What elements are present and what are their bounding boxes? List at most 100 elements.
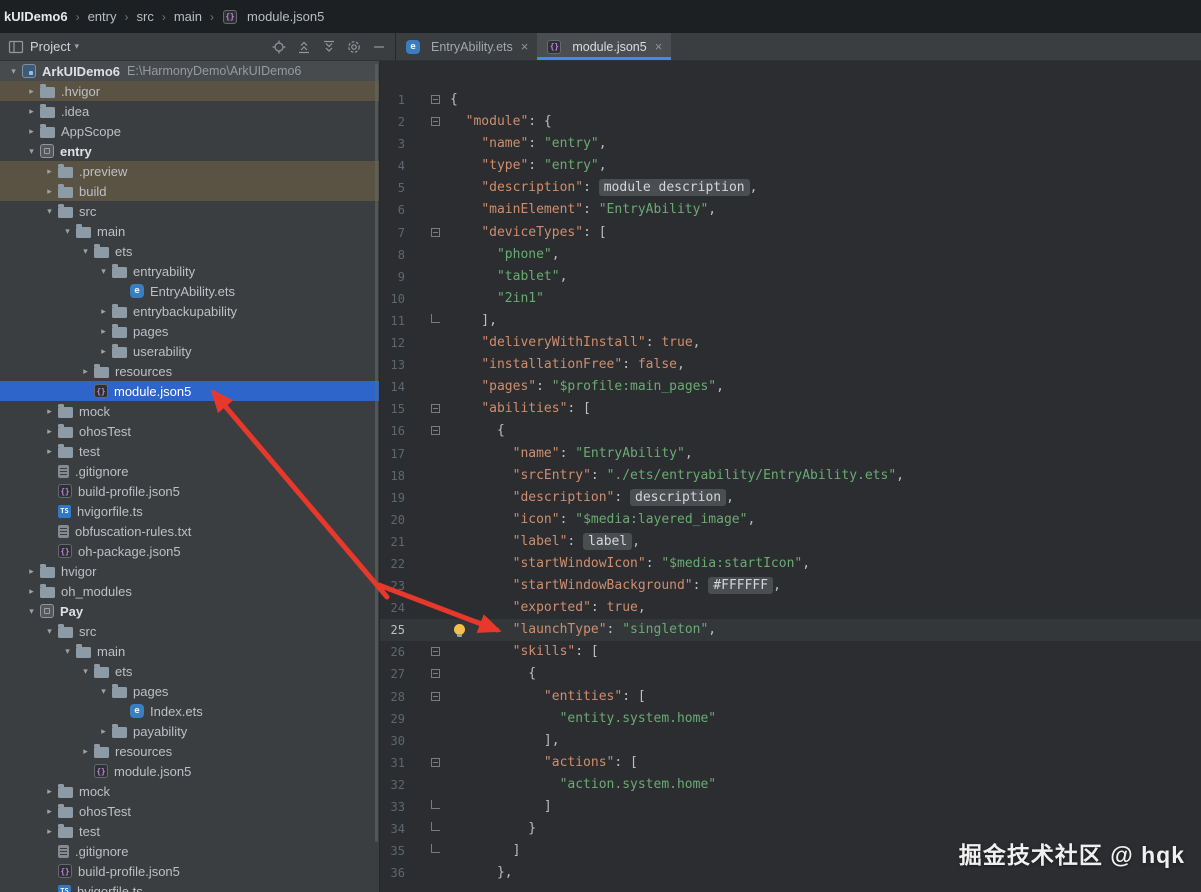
- fold-end-icon[interactable]: [431, 844, 440, 854]
- code-line-3[interactable]: 3 "name": "entry",: [380, 133, 1201, 155]
- code-text[interactable]: "deliveryWithInstall": true,: [450, 332, 1201, 354]
- code-line-27[interactable]: 27 {: [380, 663, 1201, 685]
- code-text[interactable]: {: [450, 89, 1201, 111]
- fold-collapse-icon[interactable]: [431, 117, 440, 127]
- project-view-icon[interactable]: [8, 39, 24, 55]
- expand-all-icon[interactable]: [296, 39, 312, 55]
- tree-item-hvigorfile-ts[interactable]: TS hvigorfile.ts: [0, 881, 379, 892]
- code-line-13[interactable]: 13 "installationFree": false,: [380, 354, 1201, 376]
- chevron-down-icon[interactable]: ▾: [78, 666, 93, 677]
- code-text[interactable]: "type": "entry",: [450, 155, 1201, 177]
- close-icon[interactable]: ×: [521, 39, 529, 54]
- tree-item-test[interactable]: ▸ test: [0, 441, 379, 461]
- code-line-22[interactable]: 22 "startWindowIcon": "$media:startIcon"…: [380, 553, 1201, 575]
- code-line-23[interactable]: 23 "startWindowBackground": #FFFFFF,: [380, 575, 1201, 597]
- code-text[interactable]: "description": description,: [450, 487, 1201, 509]
- code-text[interactable]: "launchType": "singleton",: [450, 619, 1201, 641]
- code-text[interactable]: "deviceTypes": [: [450, 222, 1201, 244]
- code-line-1[interactable]: 1{: [380, 89, 1201, 111]
- tree-item-build[interactable]: ▸ build: [0, 181, 379, 201]
- code-text[interactable]: "action.system.home": [450, 774, 1201, 796]
- tree-item-entrybackupability[interactable]: ▸ entrybackupability: [0, 301, 379, 321]
- chevron-right-icon[interactable]: ▸: [96, 346, 111, 357]
- tree-item-mock[interactable]: ▸ mock: [0, 781, 379, 801]
- code-line-21[interactable]: 21 "label": label,: [380, 531, 1201, 553]
- tree-scrollbar[interactable]: [375, 64, 378, 842]
- tree-item-index-ets[interactable]: e Index.ets: [0, 701, 379, 721]
- tree-item-oh-package-json5[interactable]: {} oh-package.json5: [0, 541, 379, 561]
- tree-item-oh-modules[interactable]: ▸ oh_modules: [0, 581, 379, 601]
- tree-item-src[interactable]: ▾ src: [0, 201, 379, 221]
- locate-icon[interactable]: [271, 39, 287, 55]
- chevron-down-icon[interactable]: ▾: [60, 226, 75, 237]
- code-text[interactable]: "srcEntry": "./ets/entryability/EntryAbi…: [450, 465, 1201, 487]
- tree-item-ohostest[interactable]: ▸ ohosTest: [0, 801, 379, 821]
- code-text[interactable]: ]: [450, 840, 1201, 862]
- code-line-28[interactable]: 28 "entities": [: [380, 686, 1201, 708]
- code-line-34[interactable]: 34 }: [380, 818, 1201, 840]
- code-line-19[interactable]: 19 "description": description,: [380, 487, 1201, 509]
- tree-item-idea[interactable]: ▸ .idea: [0, 101, 379, 121]
- chevron-right-icon[interactable]: ▸: [24, 86, 39, 97]
- chevron-right-icon[interactable]: ▸: [42, 446, 57, 457]
- fold-collapse-icon[interactable]: [431, 647, 440, 657]
- fold-collapse-icon[interactable]: [431, 669, 440, 679]
- code-line-30[interactable]: 30 ],: [380, 730, 1201, 752]
- tree-item-module-json5[interactable]: {} module.json5: [0, 761, 379, 781]
- chevron-right-icon[interactable]: ▸: [78, 746, 93, 757]
- tree-item-ets[interactable]: ▾ ets: [0, 241, 379, 261]
- code-line-12[interactable]: 12 "deliveryWithInstall": true,: [380, 332, 1201, 354]
- tree-item-build-profile-json5[interactable]: {} build-profile.json5: [0, 861, 379, 881]
- chevron-right-icon[interactable]: ▸: [42, 406, 57, 417]
- code-line-35[interactable]: 35 ]: [380, 840, 1201, 862]
- chevron-down-icon[interactable]: ▾: [78, 246, 93, 257]
- code-text[interactable]: }: [450, 818, 1201, 840]
- tree-item-entryability[interactable]: ▾ entryability: [0, 261, 379, 281]
- code-text[interactable]: "icon": "$media:layered_image",: [450, 509, 1201, 531]
- tree-item-pages[interactable]: ▾ pages: [0, 681, 379, 701]
- chevron-down-icon[interactable]: ▾: [6, 66, 21, 77]
- tree-item-obfuscation-rules-txt[interactable]: obfuscation-rules.txt: [0, 521, 379, 541]
- chevron-right-icon[interactable]: ▸: [96, 326, 111, 337]
- breadcrumb-item-main[interactable]: main: [172, 9, 204, 24]
- code-line-29[interactable]: 29 "entity.system.home": [380, 708, 1201, 730]
- tree-item-hvigorfile-ts[interactable]: TS hvigorfile.ts: [0, 501, 379, 521]
- close-icon[interactable]: ×: [655, 39, 663, 54]
- tree-item-hvigor[interactable]: ▸ hvigor: [0, 561, 379, 581]
- chevron-right-icon[interactable]: ▸: [24, 566, 39, 577]
- code-line-11[interactable]: 11 ],: [380, 310, 1201, 332]
- chevron-right-icon[interactable]: ▸: [96, 306, 111, 317]
- code-text[interactable]: "exported": true,: [450, 597, 1201, 619]
- code-text[interactable]: {: [450, 420, 1201, 442]
- code-text[interactable]: "module": {: [450, 111, 1201, 133]
- code-text[interactable]: "description": module description,: [450, 177, 1201, 199]
- tree-item-pay[interactable]: ▾ Pay: [0, 601, 379, 621]
- code-text[interactable]: ],: [450, 310, 1201, 332]
- chevron-down-icon[interactable]: ▾: [24, 146, 39, 157]
- fold-collapse-icon[interactable]: [431, 227, 440, 237]
- chevron-right-icon[interactable]: ▸: [42, 166, 57, 177]
- chevron-down-icon[interactable]: ▾: [96, 266, 111, 277]
- breadcrumb-item-kuidemo6[interactable]: kUIDemo6: [2, 9, 70, 24]
- code-line-5[interactable]: 5 "description": module description,: [380, 177, 1201, 199]
- code-line-31[interactable]: 31 "actions": [: [380, 752, 1201, 774]
- tree-item-main[interactable]: ▾ main: [0, 221, 379, 241]
- chevron-right-icon[interactable]: ▸: [42, 786, 57, 797]
- code-text[interactable]: "entities": [: [450, 686, 1201, 708]
- tree-item-hvigor[interactable]: ▸ .hvigor: [0, 81, 379, 101]
- code-text[interactable]: "pages": "$profile:main_pages",: [450, 376, 1201, 398]
- editor[interactable]: 1{2 "module": {3 "name": "entry", 4 "type…: [380, 61, 1201, 892]
- code-line-8[interactable]: 8 "phone",: [380, 244, 1201, 266]
- code-text[interactable]: "tablet",: [450, 266, 1201, 288]
- chevron-down-icon[interactable]: ▾: [60, 646, 75, 657]
- code-text[interactable]: "name": "EntryAbility",: [450, 443, 1201, 465]
- code-text[interactable]: "skills": [: [450, 641, 1201, 663]
- chevron-right-icon[interactable]: ▸: [42, 806, 57, 817]
- tree-item-entry[interactable]: ▾ entry: [0, 141, 379, 161]
- chevron-right-icon[interactable]: ▸: [42, 826, 57, 837]
- chevron-right-icon[interactable]: ▸: [42, 426, 57, 437]
- tab-entryability-ets[interactable]: e EntryAbility.ets ×: [396, 33, 537, 60]
- chevron-right-icon[interactable]: ▸: [78, 366, 93, 377]
- chevron-down-icon[interactable]: ▾: [42, 626, 57, 637]
- settings-icon[interactable]: [346, 39, 362, 55]
